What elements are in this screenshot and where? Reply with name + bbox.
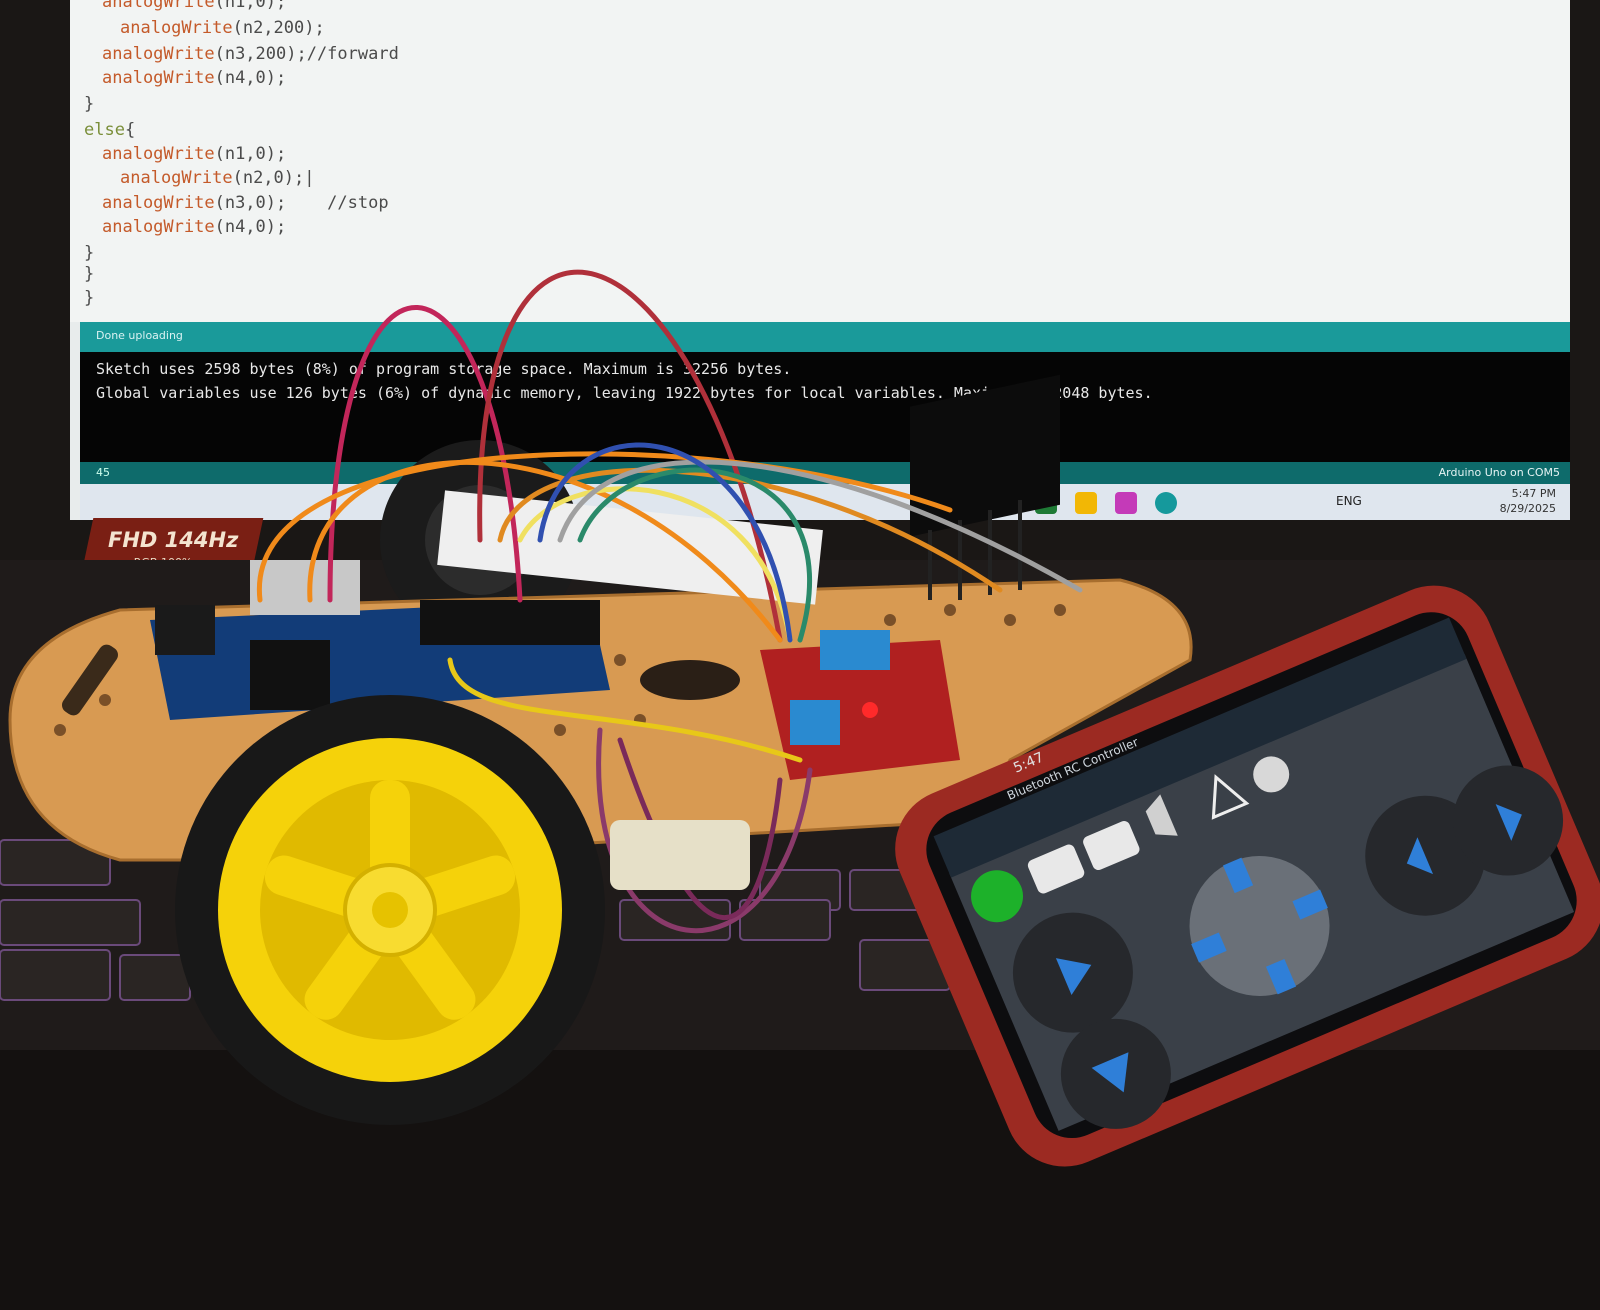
gear-motor xyxy=(610,820,750,890)
robot-car-photo xyxy=(0,269,1600,1310)
heatsink xyxy=(910,374,1060,537)
terminal-block xyxy=(820,630,890,670)
chassis-hole xyxy=(640,660,740,700)
dc-jack xyxy=(155,605,215,655)
power-led xyxy=(862,702,878,718)
usb-port xyxy=(250,560,360,615)
header-pins xyxy=(420,600,600,645)
photo-scene: analogWrite(n1,0); analogWrite(n2,200); an… xyxy=(0,0,1600,1310)
